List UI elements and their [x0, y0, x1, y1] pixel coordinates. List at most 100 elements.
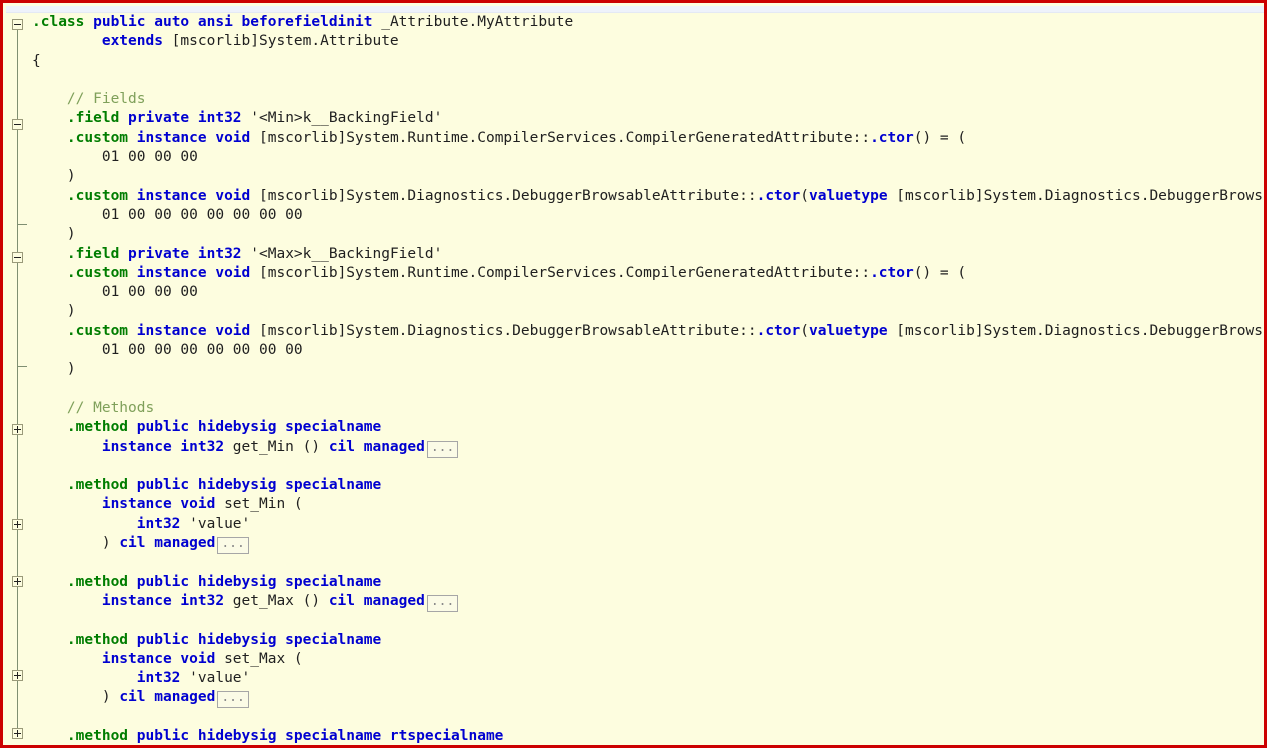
- code-line[interactable]: .custom instance void [mscorlib]System.D…: [32, 187, 1264, 206]
- code-line[interactable]: .method public hidebysig specialname: [32, 418, 1264, 437]
- plus-icon-bar-v: [17, 578, 18, 585]
- code-line[interactable]: instance int32 get_Min () cil managed...: [32, 438, 1264, 458]
- collapsed-body-ellipsis[interactable]: ...: [217, 537, 249, 555]
- code-line[interactable]: 01 00 00 00 00 00 00 00: [32, 206, 1264, 225]
- code-token-pln: 'value': [180, 670, 251, 687]
- code-line[interactable]: 01 00 00 00: [32, 148, 1264, 167]
- code-line[interactable]: int32 'value': [32, 515, 1264, 534]
- code-line[interactable]: .method public hidebysig specialname: [32, 573, 1264, 592]
- plus-icon-bar-v: [17, 521, 18, 528]
- fold-spine: [17, 29, 18, 739]
- code-token-pln: [mscorlib]System.Diagnostics.DebuggerBro…: [896, 187, 1264, 204]
- code-line[interactable]: instance void set_Max (: [32, 650, 1264, 669]
- fold-toggle-method-ctor[interactable]: [12, 728, 23, 739]
- code-line[interactable]: 01 00 00 00 00 00 00 00: [32, 341, 1264, 360]
- code-line[interactable]: .field private int32 '<Min>k__BackingFie…: [32, 109, 1264, 128]
- collapsed-body-ellipsis[interactable]: ...: [217, 691, 249, 709]
- code-token-num: 01 00 00 00: [101, 149, 198, 166]
- code-line[interactable]: ) cil managed...: [32, 534, 1264, 555]
- code-line[interactable]: [32, 708, 1264, 727]
- code-token-kw: extends: [101, 33, 163, 50]
- code-token-kw: public hidebysig specialname: [136, 477, 382, 494]
- fold-toggle-method-set-min[interactable]: [12, 519, 23, 530]
- code-line[interactable]: .method public hidebysig specialname: [32, 476, 1264, 495]
- code-token-pln: [84, 14, 93, 30]
- code-token-kw: instance void: [101, 496, 216, 513]
- code-line[interactable]: // Fields: [32, 90, 1264, 109]
- fold-region-end-tick: [17, 224, 27, 225]
- minus-icon: [14, 124, 21, 125]
- collapsed-body-ellipsis[interactable]: ...: [426, 594, 459, 612]
- code-token-kw: cil managed: [328, 592, 425, 609]
- code-token-dir: .custom: [66, 129, 129, 146]
- code-token-pln: [119, 246, 128, 262]
- code-line[interactable]: [32, 380, 1264, 399]
- code-text[interactable]: .class public auto ansi beforefieldinit …: [32, 13, 1264, 745]
- code-token-pln: {: [32, 52, 41, 69]
- code-line[interactable]: [32, 553, 1264, 572]
- code-line[interactable]: .class public auto ansi beforefieldinit …: [32, 13, 1264, 32]
- code-line[interactable]: {: [32, 52, 1264, 71]
- code-token-pln: [128, 477, 137, 493]
- fold-toggle-class[interactable]: [12, 19, 23, 30]
- code-token-kw: public hidebysig specialname: [136, 419, 382, 436]
- code-token-num: 01 00 00 00: [101, 284, 198, 301]
- code-token-kw: cil managed: [328, 438, 425, 455]
- code-token-kw: instance void: [136, 187, 251, 204]
- top-edge-strip: [6, 6, 1264, 13]
- code-token-kw: int32: [136, 670, 181, 687]
- code-line[interactable]: [32, 71, 1264, 90]
- code-surface[interactable]: .class public auto ansi beforefieldinit …: [6, 13, 1264, 745]
- code-line[interactable]: [32, 611, 1264, 630]
- code-line[interactable]: ): [32, 360, 1264, 379]
- code-token-cmt: // Methods: [66, 399, 155, 416]
- code-token-pln: ): [66, 168, 76, 185]
- code-token-dir: .method: [66, 573, 129, 590]
- code-token-num: 01 00 00 00 00 00 00 00: [101, 206, 303, 223]
- fold-toggle-method-set-max[interactable]: [12, 670, 23, 681]
- code-line[interactable]: ) cil managed...: [32, 688, 1264, 709]
- code-token-pln: [mscorlib]System.Runtime.CompilerService…: [250, 264, 871, 281]
- code-token-kw: instance void: [136, 264, 251, 281]
- code-token-pln: _Attribute.MyAttribute: [372, 14, 574, 30]
- fold-gutter[interactable]: [6, 13, 32, 745]
- code-line[interactable]: extends [mscorlib]System.Attribute: [32, 32, 1264, 51]
- code-line[interactable]: .custom instance void [mscorlib]System.R…: [32, 129, 1264, 148]
- code-line[interactable]: .method public hidebysig specialname: [32, 631, 1264, 650]
- code-line[interactable]: .method public hidebysig specialname rts…: [32, 727, 1264, 745]
- code-line[interactable]: .custom instance void [mscorlib]System.D…: [32, 322, 1264, 341]
- code-line[interactable]: ): [32, 167, 1264, 186]
- code-line[interactable]: .field private int32 '<Max>k__BackingFie…: [32, 245, 1264, 264]
- collapsed-body-ellipsis[interactable]: ...: [426, 440, 459, 458]
- code-line[interactable]: 01 00 00 00: [32, 283, 1264, 302]
- code-line[interactable]: // Methods: [32, 399, 1264, 418]
- code-token-dir: .method: [66, 631, 129, 648]
- code-line[interactable]: [32, 457, 1264, 476]
- code-line[interactable]: int32 'value': [32, 669, 1264, 688]
- code-token-kw: public hidebysig specialname: [136, 631, 382, 648]
- code-line[interactable]: .custom instance void [mscorlib]System.R…: [32, 264, 1264, 283]
- fold-toggle-method-get-max[interactable]: [12, 576, 23, 587]
- fold-toggle-custom-max-compilergenerated[interactable]: [12, 252, 23, 263]
- code-token-pln: (: [800, 322, 809, 339]
- code-token-kw: cil managed: [119, 689, 216, 706]
- code-line[interactable]: instance int32 get_Max () cil managed...: [32, 592, 1264, 612]
- fold-toggle-custom-min-compilergenerated[interactable]: [12, 119, 23, 130]
- code-line[interactable]: ): [32, 225, 1264, 244]
- code-line[interactable]: ): [32, 302, 1264, 321]
- code-line[interactable]: instance void set_Min (: [32, 495, 1264, 514]
- fold-toggle-method-get-min[interactable]: [12, 424, 23, 435]
